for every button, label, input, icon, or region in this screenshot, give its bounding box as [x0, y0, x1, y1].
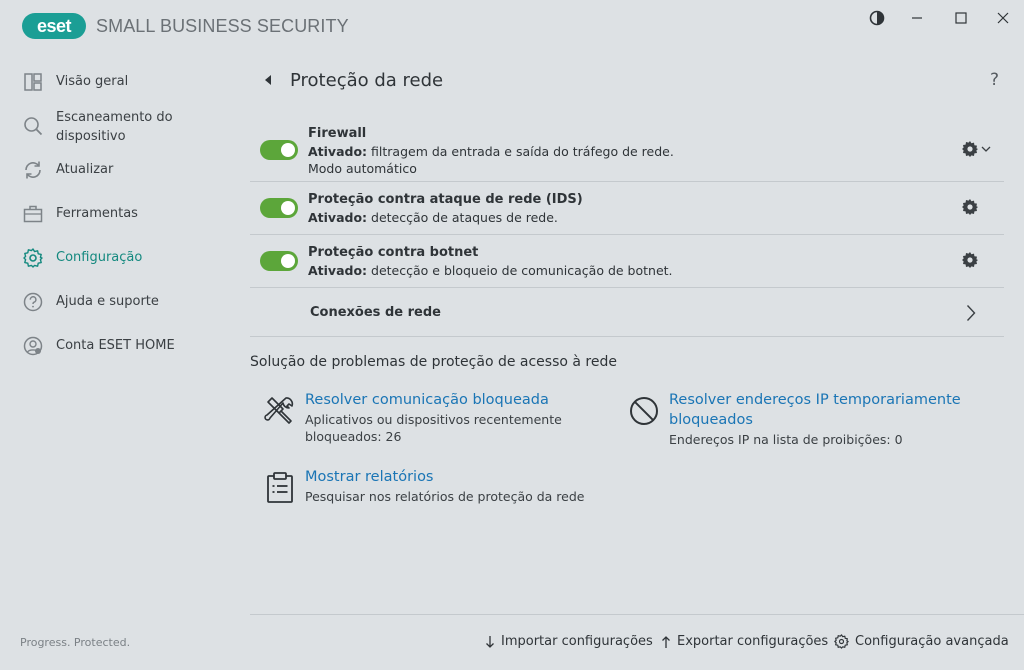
clipboard-icon: [267, 472, 293, 503]
feature-title: Proteção contra botnet: [308, 245, 479, 260]
feature-title: Firewall: [308, 126, 367, 141]
footer-divider: [250, 614, 1024, 615]
feature-title: Proteção contra ataque de rede (IDS): [308, 192, 583, 207]
help-button[interactable]: ?: [990, 70, 999, 90]
export-settings-button[interactable]: Exportar configurações: [661, 634, 828, 649]
page-title: Proteção da rede: [290, 70, 444, 91]
gear-icon[interactable]: [961, 140, 979, 158]
arrow-down-icon: [486, 635, 494, 648]
blocked-icon: [630, 397, 658, 425]
sidebar-item-help[interactable]: Ajuda e suporte: [22, 291, 232, 313]
contrast-icon[interactable]: [866, 8, 888, 28]
gear-icon: [834, 634, 849, 649]
dashboard-icon: [24, 73, 42, 91]
sidebar-item-label: Atualizar: [56, 162, 114, 177]
import-settings-button[interactable]: Importar configurações: [485, 634, 653, 649]
sidebar-item-label: Configuração: [56, 250, 143, 265]
divider: [250, 336, 1004, 337]
feature-status: Ativado: filtragem da entrada e saída do…: [308, 144, 674, 159]
gear-icon[interactable]: [961, 251, 979, 269]
gear-icon[interactable]: [961, 198, 979, 216]
maximize-icon[interactable]: [950, 8, 972, 28]
ids-toggle[interactable]: [260, 198, 298, 218]
network-connections-label: Conexões de rede: [310, 305, 441, 320]
close-icon[interactable]: [992, 8, 1014, 28]
show-logs-link[interactable]: Mostrar relatórios: [305, 467, 434, 487]
app-title: SMALL BUSINESS SECURITY: [96, 16, 349, 36]
advanced-settings-button[interactable]: Configuração avançada: [834, 634, 1009, 649]
arrow-up-icon: [662, 635, 670, 648]
troubleshooting-title: Solução de problemas de proteção de aces…: [250, 354, 617, 370]
chevron-right-icon: [966, 305, 976, 321]
chevron-down-icon[interactable]: [981, 145, 991, 153]
tile-description: Aplicativos ou dispositivos recentemente: [305, 412, 562, 427]
tools-icon: [264, 397, 294, 424]
sidebar-item-label: Ferramentas: [56, 206, 138, 221]
feature-status: Ativado: detecção de ataques de rede.: [308, 210, 558, 225]
sidebar-item-label: Escaneamento do dispositivo: [56, 110, 173, 144]
resolve-blocked-communication-link[interactable]: Resolver comunicação bloqueada: [305, 390, 549, 410]
divider: [250, 234, 1004, 235]
feature-mode: Modo automático: [308, 161, 417, 176]
export-settings-label: Exportar configurações: [677, 634, 829, 649]
sidebar-item-settings[interactable]: Configuração: [22, 247, 232, 269]
tile-description: Endereços IP na lista de proibições: 0: [669, 432, 903, 447]
account-icon: [23, 336, 43, 356]
network-connections-row[interactable]: Conexões de rede: [250, 290, 1004, 334]
tagline: Progress. Protected.: [20, 636, 131, 649]
sidebar-item-scan[interactable]: Escaneamento do dispositivo: [22, 107, 222, 146]
sidebar-item-label: Ajuda e suporte: [56, 294, 159, 309]
import-settings-label: Importar configurações: [501, 634, 653, 649]
feature-status: Ativado: detecção e bloqueio de comunica…: [308, 263, 673, 278]
minimize-icon[interactable]: [906, 8, 928, 28]
sidebar-item-label: Visão geral: [56, 74, 129, 89]
divider: [250, 287, 1004, 288]
refresh-icon: [25, 161, 41, 179]
resolve-blocked-ips-link-cont[interactable]: bloqueados: [669, 410, 753, 430]
sidebar-item-account[interactable]: Conta ESET HOME: [22, 335, 232, 357]
resolve-blocked-ips-link[interactable]: Resolver endereços IP temporariamente: [669, 390, 961, 410]
briefcase-icon: [23, 205, 43, 223]
sidebar-item-tools[interactable]: Ferramentas: [22, 203, 232, 225]
gear-icon: [23, 248, 43, 268]
tile-description: Pesquisar nos relatórios de proteção da …: [305, 489, 585, 504]
tile-description: bloqueados: 26: [305, 429, 402, 444]
advanced-settings-label: Configuração avançada: [855, 634, 1009, 649]
sidebar-item-overview[interactable]: Visão geral: [22, 71, 232, 93]
eset-logo: eset: [22, 13, 86, 39]
help-icon: [23, 292, 43, 312]
back-arrow-icon[interactable]: [263, 74, 273, 86]
feature-row-firewall: Firewall Ativado: filtragem da entrada e…: [250, 122, 1004, 180]
feature-row-botnet: Proteção contra botnet Ativado: detecção…: [250, 242, 1004, 286]
sidebar-item-label: Conta ESET HOME: [56, 338, 175, 353]
search-icon: [24, 117, 43, 136]
feature-row-ids: Proteção contra ataque de rede (IDS) Ati…: [250, 189, 1004, 233]
botnet-toggle[interactable]: [260, 251, 298, 271]
firewall-toggle[interactable]: [260, 140, 298, 160]
sidebar-item-update[interactable]: Atualizar: [22, 159, 232, 181]
divider: [250, 181, 1004, 182]
